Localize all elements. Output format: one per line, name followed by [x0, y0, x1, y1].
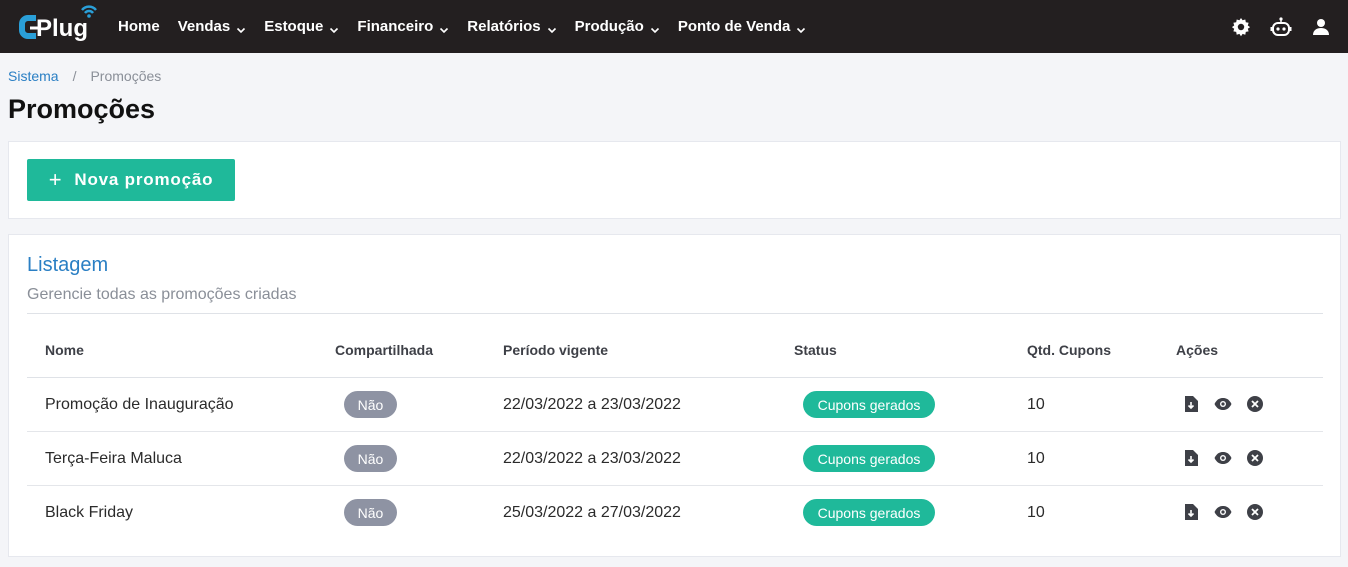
eye-icon[interactable] [1214, 395, 1232, 413]
row-actions [1182, 449, 1278, 467]
eye-icon[interactable] [1214, 503, 1232, 521]
eye-icon[interactable] [1214, 449, 1232, 467]
new-promotion-label: Nova promoção [74, 170, 214, 189]
promotion-name: Promoção de Inauguração [45, 396, 234, 413]
nav-item-relatorios[interactable]: Relatórios [467, 18, 556, 35]
actions-card: + Nova promoção [8, 141, 1341, 219]
file-download-icon[interactable] [1182, 395, 1200, 413]
promotion-period: 25/03/2022 a 27/03/2022 [503, 504, 681, 521]
breadcrumb-current: Promoções [90, 68, 162, 84]
close-circle-icon[interactable] [1246, 449, 1264, 467]
chevron-down-icon [796, 22, 806, 33]
file-download-icon[interactable] [1182, 449, 1200, 467]
file-download-icon[interactable] [1182, 503, 1200, 521]
breadcrumb: Sistema / Promoções [8, 68, 161, 84]
column-header-period[interactable]: Período vigente [503, 342, 608, 358]
nav-label: Home [118, 18, 160, 35]
promotion-name: Black Friday [45, 504, 134, 521]
svg-text:Plug: Plug [36, 15, 88, 42]
column-header-shared[interactable]: Compartilhada [335, 342, 433, 358]
table-body: Promoção de Inauguração Não 22/03/2022 a… [27, 378, 1323, 540]
status-badge: Cupons gerados [803, 499, 935, 526]
nav-item-home[interactable]: Home [118, 18, 160, 35]
status-badge: Cupons gerados [803, 391, 935, 418]
main-nav: Home Vendas Estoque Financeiro Relatório… [118, 0, 824, 53]
promotion-period: 22/03/2022 a 23/03/2022 [503, 396, 681, 413]
user-icon[interactable] [1310, 16, 1332, 38]
close-circle-icon[interactable] [1246, 395, 1264, 413]
nav-label: Financeiro [357, 18, 434, 35]
nav-item-vendas[interactable]: Vendas [178, 18, 247, 35]
nav-label: Vendas [177, 18, 231, 35]
column-header-name[interactable]: Nome [45, 342, 84, 358]
listing-title: Listagem [27, 254, 109, 276]
row-actions [1182, 503, 1278, 521]
listing-subtitle: Gerencie todas as promoções criadas [27, 286, 297, 303]
close-circle-icon[interactable] [1246, 503, 1264, 521]
shared-badge: Não [344, 391, 397, 418]
robot-icon[interactable] [1270, 16, 1292, 38]
chevron-down-icon [329, 22, 339, 33]
coupon-count: 10 [1027, 450, 1045, 467]
page-title: Promoções [8, 94, 156, 124]
nav-label: Ponto de Venda [677, 18, 791, 35]
table-row: Terça-Feira Maluca Não 22/03/2022 a 23/0… [27, 432, 1323, 486]
table-header: Nome Compartilhada Período vigente Statu… [27, 314, 1323, 378]
nav-item-ponto-de-venda[interactable]: Ponto de Venda [678, 18, 807, 35]
cplug-logo[interactable]: Plug [16, 4, 102, 46]
breadcrumb-root-link[interactable]: Sistema [8, 68, 59, 84]
column-header-coupons[interactable]: Qtd. Cupons [1027, 342, 1111, 358]
nav-item-producao[interactable]: Produção [575, 18, 660, 35]
top-navbar: Plug Home Vendas Estoque Financeiro Rela… [0, 0, 1348, 53]
nav-label: Relatórios [467, 18, 541, 35]
navbar-icons [1212, 0, 1332, 53]
row-actions [1182, 395, 1278, 413]
chevron-down-icon [547, 22, 557, 33]
nav-label: Estoque [264, 18, 324, 35]
promotion-period: 22/03/2022 a 23/03/2022 [503, 450, 681, 467]
nav-label: Produção [574, 18, 644, 35]
table-row: Black Friday Não 25/03/2022 a 27/03/2022… [27, 486, 1323, 540]
table-row: Promoção de Inauguração Não 22/03/2022 a… [27, 378, 1323, 432]
column-header-status[interactable]: Status [794, 342, 837, 358]
gear-icon[interactable] [1230, 16, 1252, 38]
nav-item-estoque[interactable]: Estoque [264, 18, 339, 35]
listing-card: Listagem Gerencie todas as promoções cri… [8, 234, 1341, 557]
nav-item-financeiro[interactable]: Financeiro [357, 18, 449, 35]
status-badge: Cupons gerados [803, 445, 935, 472]
chevron-down-icon [236, 22, 246, 33]
coupon-count: 10 [1027, 504, 1045, 521]
chevron-down-icon [650, 22, 660, 33]
new-promotion-button[interactable]: + Nova promoção [27, 159, 235, 201]
plus-icon: + [48, 167, 63, 192]
column-header-actions: Ações [1176, 342, 1219, 358]
promotions-table: Nome Compartilhada Período vigente Statu… [27, 313, 1323, 540]
chevron-down-icon [439, 22, 449, 33]
shared-badge: Não [344, 499, 397, 526]
shared-badge: Não [344, 445, 397, 472]
promotion-name: Terça-Feira Maluca [45, 450, 182, 467]
coupon-count: 10 [1027, 396, 1045, 413]
breadcrumb-separator: / [72, 68, 77, 84]
